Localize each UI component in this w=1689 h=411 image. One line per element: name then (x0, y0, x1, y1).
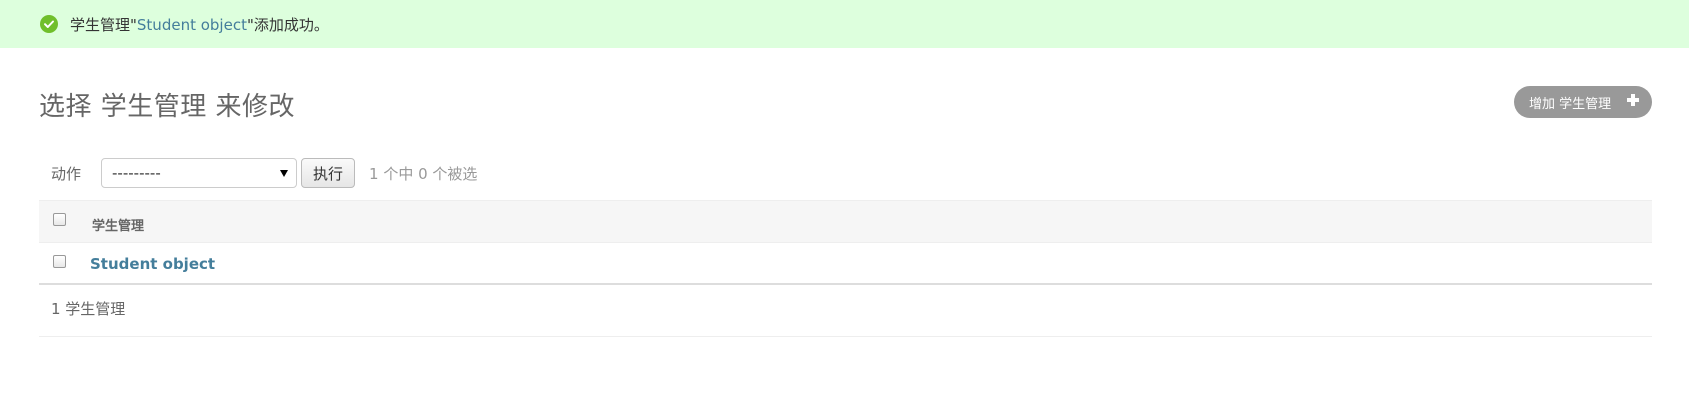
success-message-text: 学生管理"Student object"添加成功。 (70, 15, 329, 34)
add-button-label: 增加 学生管理 (1529, 96, 1612, 112)
actions-label: 动作 (51, 164, 82, 183)
paginator: 1 学生管理 (39, 285, 1652, 337)
actions-bar: 动作 --------- 执行 1 个中 0 个被选 (39, 158, 477, 188)
table-header: 学生管理 (39, 200, 1652, 243)
plus-icon (1625, 92, 1641, 108)
selection-count: 1 个中 0 个被选 (369, 164, 478, 183)
add-student-button[interactable]: 增加 学生管理 (1514, 86, 1652, 118)
select-all-checkbox[interactable] (53, 213, 66, 226)
table-row: Student object (39, 243, 1652, 285)
student-object-link[interactable]: Student object (90, 255, 215, 273)
message-object-link[interactable]: Student object (137, 16, 247, 34)
column-header-student[interactable]: 学生管理 (92, 215, 144, 234)
run-action-button[interactable]: 执行 (301, 158, 356, 188)
row-checkbox[interactable] (53, 255, 66, 268)
success-message: 学生管理"Student object"添加成功。 (0, 0, 1689, 48)
chevron-down-icon (280, 170, 289, 177)
action-select-value: --------- (112, 164, 161, 182)
results-table: 学生管理 Student object (39, 200, 1652, 285)
page-title: 选择 学生管理 来修改 (39, 92, 296, 122)
action-select[interactable]: --------- (101, 158, 298, 188)
check-circle-icon (40, 15, 58, 33)
